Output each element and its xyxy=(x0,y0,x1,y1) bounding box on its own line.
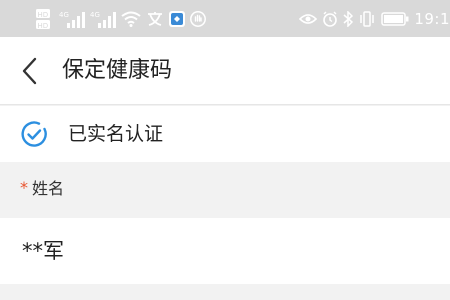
hand-icon xyxy=(190,11,206,27)
wifi-icon xyxy=(121,11,141,27)
bluetooth-icon xyxy=(343,11,354,27)
signal-4g-icon: 4G xyxy=(90,9,116,29)
name-field-label: 姓名 xyxy=(32,179,65,198)
status-bar-right-icons: 19:1 xyxy=(299,5,450,33)
status-bar: HD HD 4G 4G 19:1 xyxy=(0,0,450,37)
verification-status-text: 已实名认证 xyxy=(68,123,164,145)
status-bar-left-icons: HD HD 4G 4G xyxy=(36,5,211,33)
alarm-icon xyxy=(322,11,338,27)
name-field-label-row: * 姓名 xyxy=(0,162,450,218)
check-circle-icon xyxy=(21,121,47,147)
status-time: 19:1 xyxy=(414,10,450,28)
app-notification-icon xyxy=(169,11,185,27)
svg-text:4G: 4G xyxy=(59,11,69,19)
svg-text:HD: HD xyxy=(38,11,49,19)
chevron-left-icon xyxy=(22,57,37,85)
svg-text:4G: 4G xyxy=(90,11,100,19)
page-title: 保定健康码 xyxy=(62,58,173,83)
app-header: 保定健康码 xyxy=(0,37,450,105)
translate-icon xyxy=(146,11,164,27)
vibrate-icon xyxy=(358,11,376,27)
verification-status-row: 已实名认证 xyxy=(0,106,450,162)
required-marker: * xyxy=(20,178,28,197)
signal-4g-icon: 4G xyxy=(59,9,85,29)
svg-text:HD: HD xyxy=(38,22,49,30)
next-section-divider xyxy=(0,284,450,300)
hd-icon: HD HD xyxy=(36,8,54,30)
name-field-value: **军 xyxy=(22,239,64,263)
battery-icon xyxy=(381,12,409,26)
name-field[interactable]: **军 xyxy=(0,218,450,284)
back-button[interactable] xyxy=(14,53,46,89)
eye-icon xyxy=(299,13,318,25)
